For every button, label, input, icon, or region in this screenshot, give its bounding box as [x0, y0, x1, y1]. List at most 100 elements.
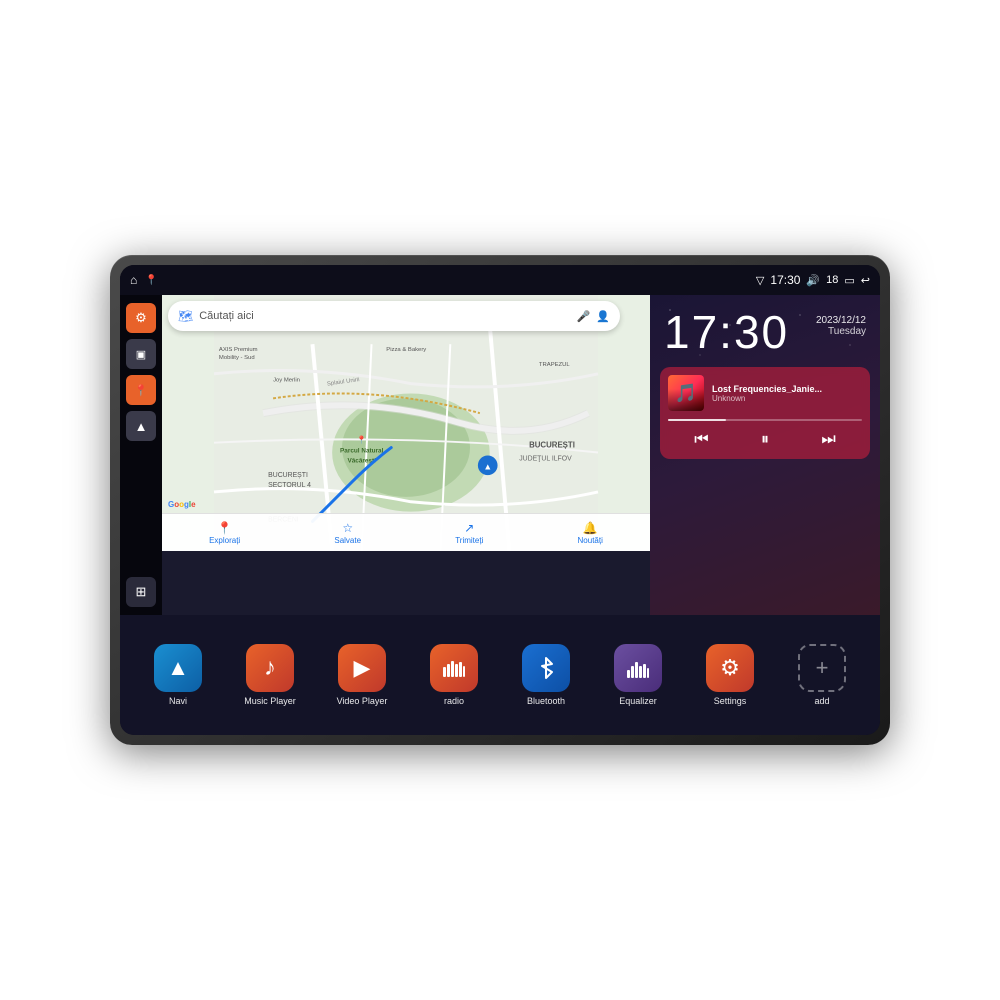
status-right-info: ▽ 17:30 🔊 18 ▭ ↩ — [756, 273, 870, 287]
saved-icon: ☆ — [342, 521, 353, 535]
equalizer-label: Equalizer — [619, 696, 657, 706]
map-container[interactable]: ▲ BUCUREȘTI JUDEŢUL ILFOV BUCUREȘTI SECT… — [162, 295, 650, 551]
svg-text:TRAPEZUL: TRAPEZUL — [539, 362, 570, 368]
google-logo: Google — [168, 500, 196, 509]
app-equalizer[interactable]: Equalizer — [604, 644, 672, 706]
send-icon: ↗ — [464, 521, 474, 535]
center-area: ▲ BUCUREȘTI JUDEŢUL ILFOV BUCUREȘTI SECT… — [162, 295, 650, 615]
device-screen: ⌂ 📍 ▽ 17:30 🔊 18 ▭ ↩ ⚙ ▣ — [120, 265, 880, 735]
music-symbol: ♪ — [264, 654, 276, 682]
mic-icon[interactable]: 🎤 — [577, 310, 591, 323]
app-music-player[interactable]: ♪ Music Player — [236, 644, 304, 706]
navi-symbol: ▲ — [167, 655, 189, 681]
account-icon[interactable]: 👤 — [596, 310, 610, 323]
bluetooth-label: Bluetooth — [527, 696, 565, 706]
back-icon[interactable]: ↩ — [861, 274, 870, 287]
settings-icon: ⚙ — [135, 310, 147, 326]
svg-text:Joy Merlin: Joy Merlin — [273, 378, 300, 384]
main-content: ⚙ ▣ 📍 ▲ ⊞ — [120, 295, 880, 615]
map-search-text: Căutați aici — [199, 310, 570, 322]
map-bottom-nav: 📍 Explorați ☆ Salvate ↗ Trimiteți — [162, 513, 650, 551]
music-title: Lost Frequencies_Janie... — [712, 384, 862, 394]
app-grid: ▲ Navi ♪ Music Player ▶ Video Player — [120, 615, 880, 735]
send-label: Trimiteți — [455, 536, 483, 545]
status-time: 17:30 — [770, 273, 800, 287]
music-progress-bar — [668, 419, 862, 421]
music-details: Lost Frequencies_Janie... Unknown — [712, 384, 862, 403]
settings-gear-symbol: ⚙ — [720, 655, 740, 681]
car-stereo-device: ⌂ 📍 ▽ 17:30 🔊 18 ▭ ↩ ⚙ ▣ — [110, 255, 890, 745]
radio-wave-icon — [442, 659, 466, 677]
clock-date: 2023/12/12 — [816, 315, 866, 326]
clock-day: Tuesday — [816, 326, 866, 337]
settings-label: Settings — [714, 696, 747, 706]
map-status-icon[interactable]: 📍 — [145, 275, 157, 286]
explore-icon: 📍 — [217, 521, 232, 535]
music-widget: 🎵 Lost Frequencies_Janie... Unknown ⏮ — [660, 367, 870, 459]
battery-level: 18 — [826, 274, 838, 286]
sidebar-settings-btn[interactable]: ⚙ — [126, 303, 156, 333]
video-symbol: ▶ — [354, 655, 371, 681]
music-info: 🎵 Lost Frequencies_Janie... Unknown — [668, 375, 862, 411]
app-video-player[interactable]: ▶ Video Player — [328, 644, 396, 706]
video-player-label: Video Player — [337, 696, 388, 706]
navi-icon: ▲ — [154, 644, 202, 692]
equalizer-symbol — [626, 658, 650, 678]
explore-label: Explorați — [209, 536, 240, 545]
right-panel: 17:30 2023/12/12 Tuesday 🎵 — [650, 295, 880, 615]
map-nav-saved[interactable]: ☆ Salvate — [334, 521, 361, 545]
radio-icon — [430, 644, 478, 692]
saved-label: Salvate — [334, 536, 361, 545]
grid-icon: ⊞ — [136, 584, 147, 600]
sidebar-location-btn[interactable]: 📍 — [126, 375, 156, 405]
svg-text:Mobility - Sud: Mobility - Sud — [219, 355, 255, 361]
radio-label: radio — [444, 696, 464, 706]
app-navi[interactable]: ▲ Navi — [144, 644, 212, 706]
svg-text:AXIS Premium: AXIS Premium — [219, 347, 258, 353]
svg-text:SECTORUL 4: SECTORUL 4 — [268, 482, 311, 489]
add-icon-bg: + — [798, 644, 846, 692]
map-nav-send[interactable]: ↗ Trimiteți — [455, 521, 483, 545]
map-search-bar[interactable]: 🗺 Căutați aici 🎤 👤 — [168, 301, 620, 331]
folder-icon: ▣ — [136, 348, 146, 361]
status-left-icons: ⌂ 📍 — [130, 273, 158, 287]
prev-track-button[interactable]: ⏮ — [688, 429, 714, 451]
app-settings[interactable]: ⚙ Settings — [696, 644, 764, 706]
music-player-label: Music Player — [244, 696, 296, 706]
google-maps-logo-icon: 🗺 — [178, 309, 193, 323]
home-status-icon[interactable]: ⌂ — [130, 273, 137, 287]
sidebar-grid-btn[interactable]: ⊞ — [126, 577, 156, 607]
svg-text:JUDEŢUL ILFOV: JUDEŢUL ILFOV — [519, 455, 572, 462]
sidebar-folder-btn[interactable]: ▣ — [126, 339, 156, 369]
music-artist: Unknown — [712, 394, 862, 403]
volume-icon: 🔊 — [806, 274, 820, 287]
sidebar: ⚙ ▣ 📍 ▲ ⊞ — [120, 295, 162, 615]
add-label: add — [814, 696, 829, 706]
navigate-icon: ▲ — [135, 419, 148, 434]
sidebar-navigate-btn[interactable]: ▲ — [126, 411, 156, 441]
video-player-icon: ▶ — [338, 644, 386, 692]
svg-text:Parcul Natural: Parcul Natural — [340, 448, 384, 455]
play-pause-button[interactable]: ⏸ — [755, 429, 775, 451]
app-add[interactable]: + add — [788, 644, 856, 706]
music-thumbnail: 🎵 — [668, 375, 704, 411]
map-background: ▲ BUCUREȘTI JUDEŢUL ILFOV BUCUREȘTI SECT… — [162, 295, 650, 551]
news-icon: 🔔 — [583, 521, 598, 535]
svg-text:BUCUREȘTI: BUCUREȘTI — [268, 472, 308, 479]
svg-text:📍: 📍 — [357, 435, 367, 445]
location-icon: 📍 — [134, 384, 148, 397]
bluetooth-icon-bg — [522, 644, 570, 692]
clock-widget: 17:30 2023/12/12 Tuesday — [650, 295, 880, 363]
svg-text:▲: ▲ — [483, 461, 492, 471]
next-track-button[interactable]: ⏭ — [815, 429, 841, 451]
clock-time: 17:30 — [664, 309, 789, 355]
settings-icon-bg: ⚙ — [706, 644, 754, 692]
status-bar: ⌂ 📍 ▽ 17:30 🔊 18 ▭ ↩ — [120, 265, 880, 295]
svg-text:BUCUREȘTI: BUCUREȘTI — [529, 441, 575, 450]
wifi-icon: ▽ — [756, 274, 764, 287]
app-radio[interactable]: radio — [420, 644, 488, 706]
map-nav-explore[interactable]: 📍 Explorați — [209, 521, 240, 545]
app-bluetooth[interactable]: Bluetooth — [512, 644, 580, 706]
music-controls: ⏮ ⏸ ⏭ — [668, 429, 862, 451]
map-nav-news[interactable]: 🔔 Noutăți — [578, 521, 603, 545]
